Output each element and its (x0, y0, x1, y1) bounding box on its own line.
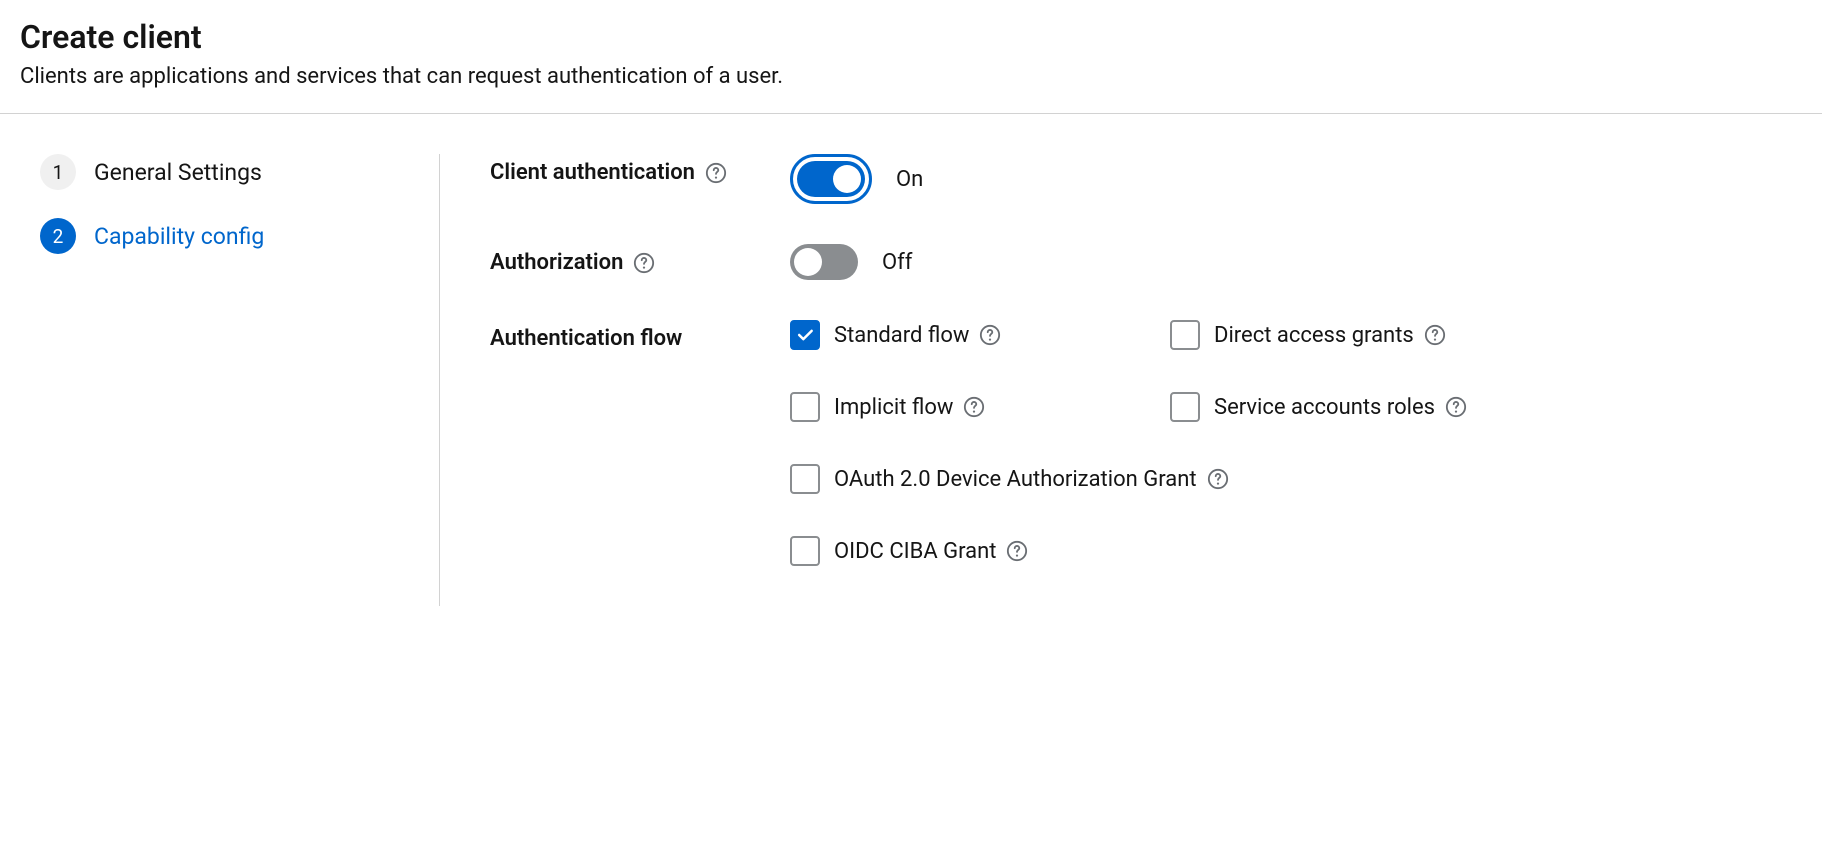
authentication-flow-label: Authentication flow (490, 326, 682, 351)
help-icon[interactable] (705, 162, 727, 184)
toggle-value-label: Off (882, 250, 912, 275)
checkbox-item-oauth-device-grant: OAuth 2.0 Device Authorization Grant (790, 464, 1467, 494)
label-col: Client authentication (490, 154, 790, 185)
wizard-step-capability-config[interactable]: 2 Capability config (40, 218, 399, 254)
control-col: On (790, 154, 1802, 204)
standard-flow-checkbox[interactable] (790, 320, 820, 350)
wizard-step-general-settings[interactable]: 1 General Settings (40, 154, 399, 190)
toggle-knob (833, 165, 861, 193)
row-client-authentication: Client authentication On (490, 154, 1802, 204)
checkbox-label: Service accounts roles (1214, 395, 1435, 420)
oauth-device-grant-checkbox[interactable] (790, 464, 820, 494)
checkbox-item-direct-access-grants: Direct access grants (1170, 320, 1467, 350)
checkbox-label: OIDC CIBA Grant (834, 539, 996, 564)
label-col: Authentication flow (490, 320, 790, 351)
authorization-label: Authorization (490, 250, 623, 275)
checkbox-label: Standard flow (834, 323, 969, 348)
client-authentication-label: Client authentication (490, 160, 695, 185)
page-description: Clients are applications and services th… (20, 64, 1802, 89)
content-region: 1 General Settings 2 Capability config C… (0, 114, 1822, 626)
client-authentication-toggle[interactable] (797, 161, 865, 197)
checkbox-item-implicit-flow: Implicit flow (790, 392, 1150, 422)
service-accounts-roles-checkbox[interactable] (1170, 392, 1200, 422)
help-icon[interactable] (963, 396, 985, 418)
help-icon[interactable] (1445, 396, 1467, 418)
help-icon[interactable] (1424, 324, 1446, 346)
help-icon[interactable] (979, 324, 1001, 346)
oidc-ciba-grant-checkbox[interactable] (790, 536, 820, 566)
wizard-steps: 1 General Settings 2 Capability config (40, 154, 440, 606)
toggle-knob (794, 248, 822, 276)
control-col: Off (790, 244, 1802, 280)
toggle-value-label: On (896, 167, 923, 192)
step-label: General Settings (94, 159, 262, 186)
direct-access-grants-checkbox[interactable] (1170, 320, 1200, 350)
form-area: Client authentication On Authoriz (440, 154, 1802, 606)
page-title: Create client (20, 18, 1802, 56)
checkbox-label: OAuth 2.0 Device Authorization Grant (834, 467, 1197, 492)
toggle-focus-ring (790, 154, 872, 204)
step-label: Capability config (94, 223, 264, 250)
step-number-badge: 2 (40, 218, 76, 254)
help-icon[interactable] (1006, 540, 1028, 562)
help-icon[interactable] (1207, 468, 1229, 490)
authorization-toggle[interactable] (790, 244, 858, 280)
checkbox-grid: Standard flow Direct access grants (790, 320, 1467, 566)
control-col: Standard flow Direct access grants (790, 320, 1802, 566)
implicit-flow-checkbox[interactable] (790, 392, 820, 422)
toggle-wrap: Off (790, 244, 912, 280)
label-col: Authorization (490, 244, 790, 275)
checkbox-item-service-accounts-roles: Service accounts roles (1170, 392, 1467, 422)
row-authentication-flow: Authentication flow Standard flow (490, 320, 1802, 566)
checkbox-label: Direct access grants (1214, 323, 1414, 348)
checkbox-label: Implicit flow (834, 395, 953, 420)
checkbox-item-standard-flow: Standard flow (790, 320, 1150, 350)
toggle-wrap: On (790, 154, 923, 204)
step-number-badge: 1 (40, 154, 76, 190)
checkbox-item-oidc-ciba-grant: OIDC CIBA Grant (790, 536, 1467, 566)
row-authorization: Authorization Off (490, 244, 1802, 280)
help-icon[interactable] (633, 252, 655, 274)
page-header: Create client Clients are applications a… (0, 0, 1822, 114)
